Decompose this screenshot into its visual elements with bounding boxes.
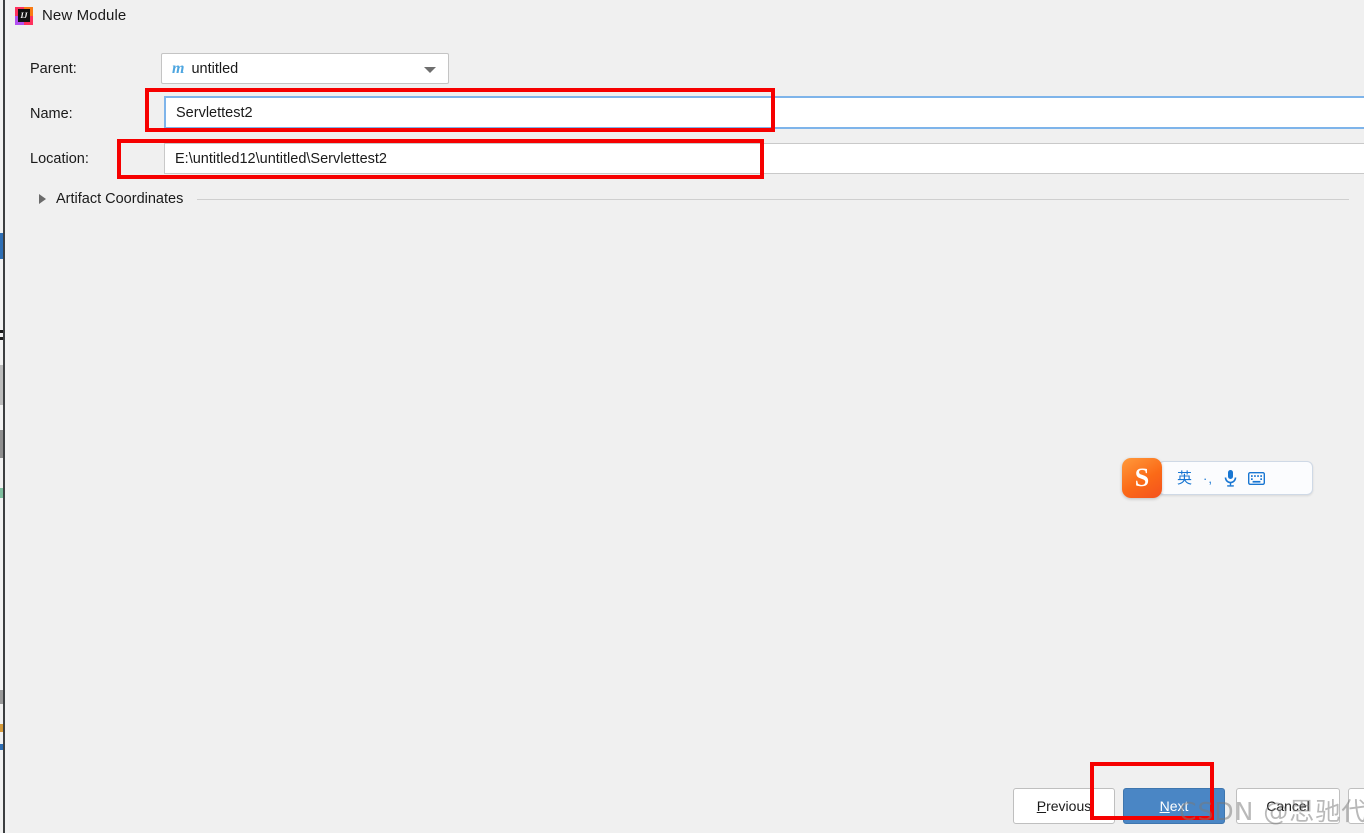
previous-button[interactable]: Previous <box>1013 788 1115 824</box>
background-tick-1 <box>0 233 3 259</box>
sogou-logo[interactable]: S <box>1122 458 1162 498</box>
punctuation-mode-icon[interactable]: ·, <box>1203 472 1213 485</box>
next-button-mnemonic: N <box>1159 798 1170 814</box>
background-edge-line <box>3 0 5 833</box>
language-mode-icon[interactable]: 英 <box>1177 471 1192 486</box>
name-label: Name: <box>30 106 73 122</box>
intellij-idea-icon: IJ <box>15 6 33 25</box>
cancel-button[interactable]: Cancel <box>1236 788 1340 824</box>
next-button[interactable]: Next <box>1123 788 1225 824</box>
extra-button[interactable] <box>1348 788 1364 824</box>
new-module-dialog: IJ New Module Parent: m untitled Name: S… <box>9 0 1364 833</box>
screen-root: IJ New Module Parent: m untitled Name: S… <box>0 0 1364 833</box>
parent-label: Parent: <box>30 61 77 77</box>
background-tick-2 <box>0 330 3 333</box>
background-tick-7 <box>0 690 3 704</box>
background-tick-8 <box>0 724 3 732</box>
location-row: Location: <box>30 144 89 174</box>
maven-module-icon: m <box>172 59 185 77</box>
keyboard-icon[interactable] <box>1247 471 1265 485</box>
name-row: Name: <box>30 99 73 129</box>
background-tick-4 <box>0 365 3 405</box>
artifact-coordinates-section[interactable]: Artifact Coordinates <box>39 188 1349 210</box>
previous-button-mnemonic: P <box>1036 798 1047 814</box>
location-input[interactable]: E:\untitled12\untitled\Servlettest2 <box>164 143 1364 174</box>
background-tick-9 <box>0 744 3 750</box>
app-grid-icon[interactable] <box>1276 470 1292 486</box>
sogou-ime-toolbar[interactable]: 英 ·, <box>1158 461 1313 495</box>
parent-combobox[interactable]: m untitled <box>161 53 449 84</box>
location-input-value: E:\untitled12\untitled\Servlettest2 <box>175 150 387 167</box>
microphone-icon[interactable] <box>1224 469 1237 487</box>
chevron-right-icon[interactable] <box>39 194 46 204</box>
parent-row: Parent: <box>30 54 77 84</box>
name-input[interactable]: Servlettest2 <box>164 96 1364 129</box>
section-divider <box>197 198 1349 200</box>
background-tick-5 <box>0 430 3 458</box>
background-ide-sliver <box>0 0 9 833</box>
chevron-down-icon[interactable] <box>424 67 436 73</box>
background-tick-3 <box>0 337 3 340</box>
location-label: Location: <box>30 151 89 167</box>
cancel-button-label: Cancel <box>1266 798 1310 814</box>
dialog-title: New Module <box>42 7 127 24</box>
artifact-coordinates-label: Artifact Coordinates <box>56 191 184 207</box>
next-button-label: ext <box>1169 798 1189 814</box>
parent-value: untitled <box>191 60 239 77</box>
name-input-value: Servlettest2 <box>176 104 253 121</box>
dialog-titlebar: IJ New Module <box>9 0 1364 31</box>
background-tick-6 <box>0 488 3 498</box>
previous-button-label: revious <box>1046 798 1092 814</box>
